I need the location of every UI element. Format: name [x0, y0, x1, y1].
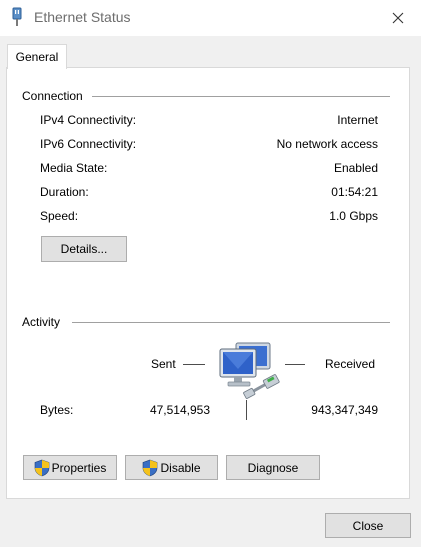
activity-divider	[72, 322, 390, 323]
disable-button[interactable]: Disable	[125, 455, 218, 480]
uac-shield-icon	[34, 459, 49, 476]
close-button[interactable]: Close	[325, 513, 411, 538]
bytes-sent-value: 47,514,953	[149, 403, 210, 417]
sent-label: Sent	[151, 357, 176, 371]
received-dash	[285, 364, 305, 365]
media-state-label: Media State:	[40, 161, 108, 175]
ipv6-value: No network access	[276, 137, 378, 151]
bytes-separator	[246, 400, 247, 420]
ipv6-label: IPv6 Connectivity:	[40, 137, 137, 151]
close-window-button[interactable]	[383, 4, 413, 32]
sent-dash	[183, 364, 205, 365]
properties-button[interactable]: Properties	[23, 455, 117, 480]
details-button[interactable]: Details...	[41, 236, 127, 262]
duration-value: 01:54:21	[331, 185, 378, 199]
general-panel	[6, 67, 410, 499]
connection-group-label: Connection	[22, 89, 87, 103]
diagnose-button[interactable]: Diagnose	[226, 455, 320, 480]
disable-label: Disable	[160, 460, 201, 475]
bytes-received-value: 943,347,349	[311, 403, 378, 417]
duration-label: Duration:	[40, 185, 89, 199]
speed-value: 1.0 Gbps	[329, 209, 378, 223]
activity-group-label: Activity	[22, 315, 65, 329]
media-state-value: Enabled	[333, 161, 378, 175]
window-title: Ethernet Status	[34, 9, 131, 25]
tab-general-label: General	[15, 50, 59, 64]
title-bar: Ethernet Status	[0, 0, 421, 36]
properties-label: Properties	[51, 460, 107, 475]
network-computers-icon	[219, 342, 280, 399]
connection-divider	[92, 96, 390, 97]
close-icon	[392, 12, 404, 24]
speed-label: Speed:	[40, 209, 79, 223]
uac-shield-icon	[143, 459, 158, 476]
ethernet-adapter-icon	[12, 7, 22, 26]
tab-general[interactable]: General	[7, 44, 67, 69]
ipv4-label: IPv4 Connectivity:	[40, 113, 137, 127]
bytes-label: Bytes:	[40, 403, 74, 417]
ipv4-value: Internet	[337, 113, 378, 127]
received-label: Received	[325, 357, 376, 371]
